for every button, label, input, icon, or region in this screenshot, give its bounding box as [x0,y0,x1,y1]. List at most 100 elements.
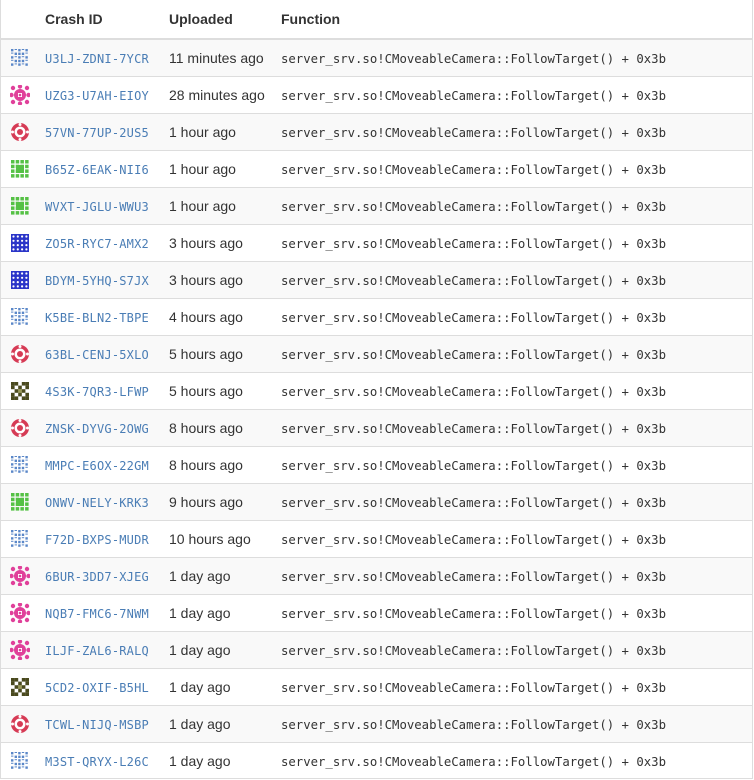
function-cell: server_srv.so!CMoveableCamera::FollowTar… [281,408,752,446]
table-row[interactable]: MMPC-E6OX-22GM 8 hours ago server_srv.so!C… [1,445,752,483]
crash-id-cell: BDYM-5YHQ-S7JX [45,260,169,298]
table-row[interactable]: F72D-BXPS-MUDR 10 hours ago server_srv.so!… [1,519,752,557]
table-row[interactable]: M3ST-QRYX-L26C 1 day ago server_srv.so!CMo… [1,741,752,778]
crash-id-link[interactable]: 5CD2-OXIF-B5HL [45,681,149,695]
uploaded-time: 10 hours ago [169,530,251,547]
uploaded-time: 3 hours ago [169,271,243,288]
table-row[interactable]: K5BE-BLN2-TBPE 4 hours ago server_srv.so!C… [1,297,752,335]
function-cell: server_srv.so!CMoveableCamera::FollowTar… [281,667,752,705]
table-row[interactable]: 57VN-77UP-2US5 1 hour ago server_srv.so!CM… [1,112,752,150]
function-signature: server_srv.so!CMoveableCamera::FollowTar… [281,310,666,325]
function-signature: server_srv.so!CMoveableCamera::FollowTar… [281,384,666,399]
uploaded-cell: 5 hours ago [169,334,281,372]
function-cell: server_srv.so!CMoveableCamera::FollowTar… [281,556,752,594]
function-cell: server_srv.so!CMoveableCamera::FollowTar… [281,223,752,261]
flower-pink-identicon-icon [10,565,30,586]
crash-id-cell: WVXT-JGLU-WWU3 [45,186,169,224]
header-uploaded[interactable]: Uploaded [169,0,281,40]
table-row[interactable]: ILJF-ZAL6-RALQ 1 day ago server_srv.so!CMo… [1,630,752,668]
crash-id-cell: 5CD2-OXIF-B5HL [45,667,169,705]
uploaded-cell: 1 hour ago [169,149,281,187]
uploaded-time: 8 hours ago [169,419,243,436]
crash-id-link[interactable]: NQB7-FMC6-7NWM [45,607,149,621]
uploaded-time: 28 minutes ago [169,86,265,103]
crash-id-link[interactable]: F72D-BXPS-MUDR [45,533,149,547]
identicon-cell [1,297,45,335]
flower-pink-identicon-icon [10,639,30,660]
table-row[interactable]: ZO5R-RYC7-AMX2 3 hours ago server_srv.so!C… [1,223,752,261]
identicon-cell [1,667,45,705]
table-row[interactable]: UZG3-U7AH-EIOY 28 minutes ago server_srv.s… [1,75,752,113]
function-signature: server_srv.so!CMoveableCamera::FollowTar… [281,125,666,140]
function-cell: server_srv.so!CMoveableCamera::FollowTar… [281,630,752,668]
crash-id-link[interactable]: 4S3K-7QR3-LFWP [45,385,149,399]
crash-id-cell: U3LJ-ZDNI-7YCR [45,38,169,76]
grid-blue-identicon-icon [11,751,28,769]
crash-id-link[interactable]: U3LJ-ZDNI-7YCR [45,52,149,66]
crash-id-link[interactable]: 6BUR-3DD7-XJEG [45,570,149,584]
uploaded-time: 1 day ago [169,715,231,732]
uploaded-cell: 5 hours ago [169,371,281,409]
crash-id-link[interactable]: 57VN-77UP-2US5 [45,126,149,140]
crash-id-link[interactable]: WVXT-JGLU-WWU3 [45,200,149,214]
function-signature: server_srv.so!CMoveableCamera::FollowTar… [281,717,666,732]
table-row[interactable]: B65Z-6EAK-NII6 1 hour ago server_srv.so!CM… [1,149,752,187]
table-row[interactable]: 4S3K-7QR3-LFWP 5 hours ago server_srv.so!C… [1,371,752,409]
crash-id-link[interactable]: ILJF-ZAL6-RALQ [45,644,149,658]
crash-id-cell: ZO5R-RYC7-AMX2 [45,223,169,261]
table-row[interactable]: U3LJ-ZDNI-7YCR 11 minutes ago server_srv.s… [1,38,752,76]
uploaded-time: 11 minutes ago [169,49,264,66]
crash-id-link[interactable]: 63BL-CENJ-5XLO [45,348,149,362]
function-cell: server_srv.so!CMoveableCamera::FollowTar… [281,334,752,372]
leaf-green-identicon-icon [11,492,29,511]
leaf-green-identicon-icon [11,159,29,178]
table-row[interactable]: 6BUR-3DD7-XJEG 1 day ago server_srv.so!CMo… [1,556,752,594]
function-cell: server_srv.so!CMoveableCamera::FollowTar… [281,741,752,778]
identicon-cell [1,408,45,446]
crash-id-link[interactable]: UZG3-U7AH-EIOY [45,89,149,103]
table-row[interactable]: BDYM-5YHQ-S7JX 3 hours ago server_srv.so!C… [1,260,752,298]
crash-id-link[interactable]: K5BE-BLN2-TBPE [45,311,149,325]
crash-id-link[interactable]: ZNSK-DYVG-2OWG [45,422,149,436]
function-cell: server_srv.so!CMoveableCamera::FollowTar… [281,260,752,298]
crash-id-link[interactable]: ZO5R-RYC7-AMX2 [45,237,149,251]
header-function[interactable]: Function [281,0,752,40]
identicon-cell [1,704,45,742]
header-crash-id[interactable]: Crash ID [45,0,169,40]
function-signature: server_srv.so!CMoveableCamera::FollowTar… [281,236,666,251]
dot-navy-identicon-icon [11,233,29,252]
crash-id-link[interactable]: B65Z-6EAK-NII6 [45,163,149,177]
table-row[interactable]: ZNSK-DYVG-2OWG 8 hours ago server_srv.so!C… [1,408,752,446]
crash-id-link[interactable]: M3ST-QRYX-L26C [45,755,149,769]
uploaded-cell: 1 day ago [169,704,281,742]
table-row[interactable]: NQB7-FMC6-7NWM 1 day ago server_srv.so!CMo… [1,593,752,631]
function-signature: server_srv.so!CMoveableCamera::FollowTar… [281,421,666,436]
identicon-cell [1,260,45,298]
function-cell: server_srv.so!CMoveableCamera::FollowTar… [281,112,752,150]
uploaded-cell: 3 hours ago [169,260,281,298]
function-signature: server_srv.so!CMoveableCamera::FollowTar… [281,162,666,177]
identicon-cell [1,741,45,778]
maze-olive-identicon-icon [11,381,29,400]
table-row[interactable]: 63BL-CENJ-5XLO 5 hours ago server_srv.so!C… [1,334,752,372]
table-header: Crash ID Uploaded Function [1,0,752,40]
table-row[interactable]: TCWL-NIJQ-MSBP 1 day ago server_srv.so!CMo… [1,704,752,742]
table-row[interactable]: WVXT-JGLU-WWU3 1 hour ago server_srv.so!CM… [1,186,752,224]
identicon-cell [1,75,45,113]
crash-id-link[interactable]: ONWV-NELY-KRK3 [45,496,149,510]
uploaded-time: 3 hours ago [169,234,243,251]
crash-id-cell: 63BL-CENJ-5XLO [45,334,169,372]
uploaded-cell: 1 day ago [169,593,281,631]
crash-id-cell: UZG3-U7AH-EIOY [45,75,169,113]
function-signature: server_srv.so!CMoveableCamera::FollowTar… [281,754,666,769]
identicon-cell [1,149,45,187]
crash-id-link[interactable]: MMPC-E6OX-22GM [45,459,149,473]
crash-id-link[interactable]: BDYM-5YHQ-S7JX [45,274,149,288]
table-row[interactable]: 5CD2-OXIF-B5HL 1 day ago server_srv.so!CMo… [1,667,752,705]
table-row[interactable]: ONWV-NELY-KRK3 9 hours ago server_srv.so!C… [1,482,752,520]
uploaded-cell: 1 day ago [169,630,281,668]
function-signature: server_srv.so!CMoveableCamera::FollowTar… [281,643,666,658]
crash-id-link[interactable]: TCWL-NIJQ-MSBP [45,718,149,732]
crash-id-cell: M3ST-QRYX-L26C [45,741,169,778]
uploaded-cell: 28 minutes ago [169,75,281,113]
